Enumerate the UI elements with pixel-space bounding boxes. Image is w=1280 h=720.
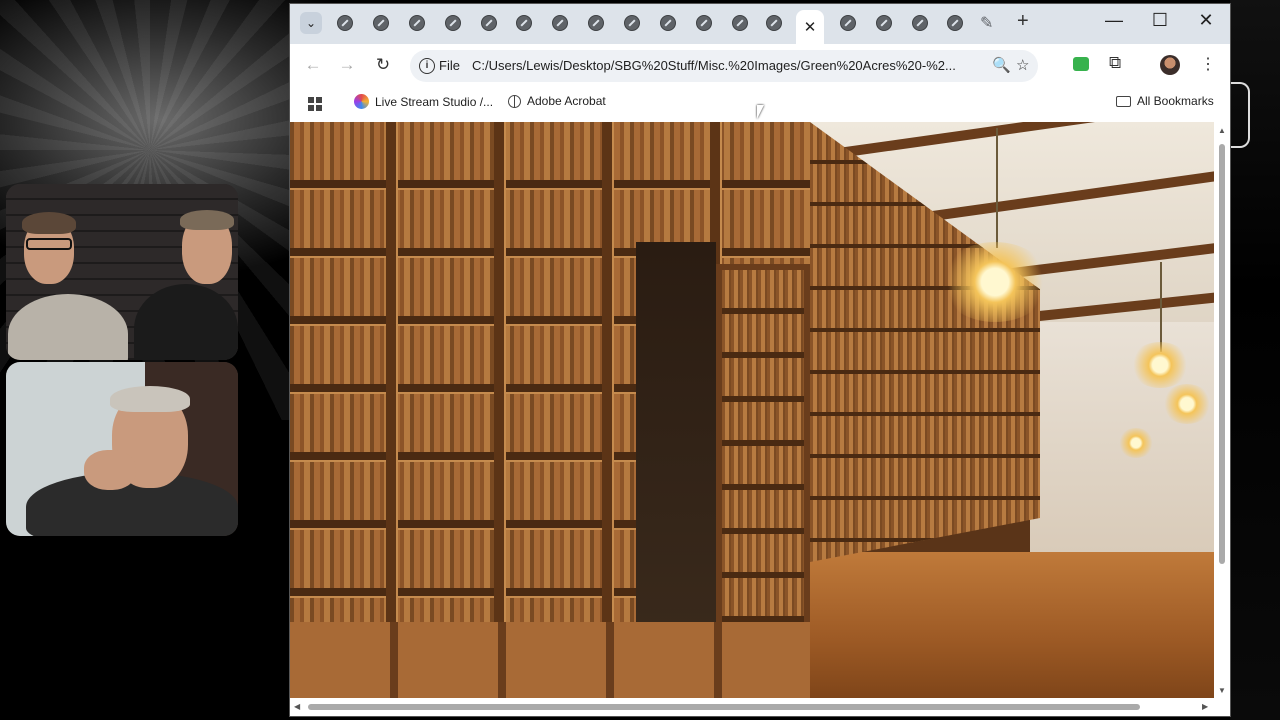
- new-tab-button[interactable]: +: [1017, 10, 1029, 33]
- wall-sconce: [1118, 428, 1154, 458]
- bookmark-live-stream[interactable]: Live Stream Studio /...: [354, 94, 493, 109]
- tab-favicon-icon[interactable]: [409, 15, 425, 31]
- menu-button[interactable]: ⋮: [1200, 54, 1216, 74]
- swirl-icon: [354, 94, 369, 109]
- tab-favicon-icon[interactable]: [876, 15, 892, 31]
- mouse-cursor: [757, 105, 764, 119]
- scroll-up-icon[interactable]: ▲: [1218, 126, 1226, 135]
- reload-button[interactable]: ↻: [372, 55, 394, 75]
- tab-favicon-icon[interactable]: [552, 15, 568, 31]
- bookmark-label: Adobe Acrobat: [527, 94, 606, 108]
- close-icon[interactable]: ✕: [804, 18, 817, 36]
- maximize-button[interactable]: ☐: [1148, 10, 1172, 31]
- apps-grid-icon[interactable]: [308, 97, 322, 111]
- tab-favicon-icon[interactable]: [516, 15, 532, 31]
- chandelier-chain: [1160, 262, 1162, 352]
- webcam-top: [6, 184, 238, 360]
- horizontal-scrollbar[interactable]: ◀ ▶: [290, 698, 1230, 716]
- person-left-glasses: [26, 238, 72, 250]
- scroll-left-icon[interactable]: ◀: [294, 702, 300, 711]
- secret-doorway: [636, 242, 716, 652]
- library-image: [290, 122, 1214, 698]
- tab-favicon-icon[interactable]: [481, 15, 497, 31]
- forward-button[interactable]: →: [336, 55, 358, 75]
- bookmark-adobe-acrobat[interactable]: Adobe Acrobat: [508, 94, 606, 108]
- star-icon[interactable]: ☆: [1016, 56, 1029, 74]
- chevron-down-icon: ⌄: [305, 16, 317, 30]
- toolbar: ← → ↻ i File C:/Users/Lewis/Desktop/SBG%…: [290, 44, 1230, 88]
- address-bar[interactable]: i File C:/Users/Lewis/Desktop/SBG%20Stuf…: [410, 50, 1038, 82]
- tab-favicon-icon[interactable]: [624, 15, 640, 31]
- site-info-label[interactable]: File: [439, 58, 460, 73]
- minimize-button[interactable]: —: [1102, 10, 1126, 31]
- bookmark-label: Live Stream Studio /...: [375, 94, 494, 109]
- tab-search-dropdown[interactable]: ⌄: [300, 12, 322, 34]
- all-bookmarks[interactable]: All Bookmarks: [1116, 94, 1214, 108]
- chandelier: [1130, 342, 1190, 388]
- tab-favicon-icon[interactable]: [696, 15, 712, 31]
- scroll-right-icon[interactable]: ▶: [1202, 702, 1208, 711]
- tab-favicon-icon[interactable]: [445, 15, 461, 31]
- person-left-hair: [22, 212, 76, 234]
- webcam-bottom: [6, 362, 238, 536]
- person-bottom-hand: [84, 450, 136, 490]
- scroll-down-icon[interactable]: ▼: [1218, 686, 1226, 695]
- pen-icon[interactable]: ✎: [980, 13, 993, 33]
- globe-icon: [508, 94, 521, 108]
- tab-favicon-icon[interactable]: [660, 15, 676, 31]
- tab-strip: ⌄ ✕ ✎ + — ☐ ✕: [290, 4, 1230, 44]
- vertical-scroll-thumb[interactable]: [1219, 144, 1225, 564]
- tab-favicon-icon[interactable]: [732, 15, 748, 31]
- tab-favicon-icon[interactable]: [840, 15, 856, 31]
- tab-favicon-icon[interactable]: [912, 15, 928, 31]
- chandelier: [940, 242, 1050, 322]
- wainscot-panels: [290, 622, 810, 698]
- zoom-icon[interactable]: 🔍: [992, 56, 1011, 74]
- close-window-button[interactable]: ✕: [1194, 10, 1218, 31]
- overlay-tab-edge: [1230, 82, 1250, 148]
- person-right-hair: [180, 210, 234, 230]
- person-bottom-hair: [110, 386, 190, 412]
- chandelier: [1162, 384, 1212, 424]
- all-bookmarks-label: All Bookmarks: [1137, 94, 1214, 108]
- avatar[interactable]: [1160, 55, 1180, 75]
- url-text[interactable]: C:/Users/Lewis/Desktop/SBG%20Stuff/Misc.…: [472, 58, 977, 73]
- tab-favicon-icon[interactable]: [947, 15, 963, 31]
- puzzle-icon[interactable]: ⧉: [1109, 53, 1121, 73]
- info-icon[interactable]: i: [419, 58, 435, 74]
- tab-favicon-icon[interactable]: [766, 15, 782, 31]
- horizontal-scroll-thumb[interactable]: [308, 704, 1140, 710]
- vertical-scrollbar[interactable]: ▲ ▼: [1214, 122, 1230, 698]
- hidden-bookcase-door: [716, 264, 810, 654]
- tab-favicon-icon[interactable]: [337, 15, 353, 31]
- folder-icon: [1116, 95, 1131, 107]
- tab-active[interactable]: ✕: [796, 10, 824, 44]
- tab-favicon-icon[interactable]: [373, 15, 389, 31]
- tab-favicon-icon[interactable]: [588, 15, 604, 31]
- extension-icon[interactable]: [1073, 57, 1089, 71]
- back-button[interactable]: ←: [302, 55, 324, 75]
- chandelier-chain: [996, 128, 998, 248]
